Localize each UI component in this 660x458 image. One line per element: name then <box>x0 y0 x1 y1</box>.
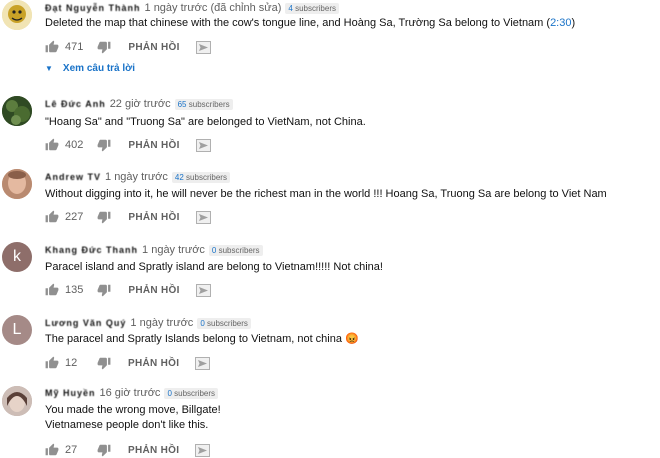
avatar-cartoon-icon <box>2 0 32 30</box>
comment-actions: 12 PHẢN HỒI <box>45 355 211 371</box>
thumbs-up-icon[interactable] <box>45 443 59 457</box>
comment-time[interactable]: 22 giờ trước <box>110 98 171 110</box>
avatar-photo-icon <box>2 169 32 199</box>
comment-text: "Hoang Sa" and "Truong Sa" are belonged … <box>45 116 366 128</box>
send-icon[interactable] <box>195 283 211 297</box>
comment-actions: 27 PHẢN HỒI <box>45 442 211 458</box>
subscriber-count: 0 <box>167 388 172 398</box>
subscriber-badge: 0 subscribers <box>164 387 219 399</box>
comment-text: Without digging into it, he will never b… <box>45 188 607 200</box>
author-name[interactable]: Khang Đức Thanh <box>45 245 138 255</box>
comment-header: Andrew TV 1 ngày trước 42 subscribers <box>45 171 230 183</box>
subscriber-label: subscribers <box>207 318 248 328</box>
send-icon[interactable] <box>195 40 211 54</box>
author-name[interactable]: Lương Văn Quý <box>45 318 126 328</box>
subscriber-count: 65 <box>177 99 187 109</box>
subscriber-count: 4 <box>288 3 293 13</box>
comment-text: You made the wrong move, Billgate! Vietn… <box>45 404 221 431</box>
subscriber-badge: 0 subscribers <box>197 317 251 329</box>
subscriber-count: 0 <box>200 318 205 328</box>
avatar[interactable] <box>2 169 32 199</box>
author-name[interactable]: Mỹ Huyền <box>45 388 96 398</box>
avatar-letter: L <box>12 321 22 338</box>
view-replies-label: Xem câu trả lời <box>62 63 136 74</box>
like-count: 12 <box>65 357 78 369</box>
thumbs-up-icon[interactable] <box>45 138 59 152</box>
caret-down-icon: ▼ <box>45 64 53 73</box>
thumbs-down-icon[interactable] <box>97 283 111 297</box>
comment-time[interactable]: 16 giờ trước <box>100 387 161 399</box>
avatar[interactable] <box>2 386 32 416</box>
thumbs-down-icon[interactable] <box>97 356 111 370</box>
reply-button[interactable]: PHẢN HỒI <box>128 445 179 456</box>
timestamp-link[interactable]: 2:30 <box>550 17 571 29</box>
reply-button[interactable]: PHẢN HỒI <box>128 358 179 369</box>
avatar-photo-icon <box>2 96 32 126</box>
subscriber-label: subscribers <box>218 245 260 255</box>
send-icon[interactable] <box>195 443 211 457</box>
comment-text: Paracel island and Spratly island are be… <box>45 261 383 273</box>
avatar[interactable]: L <box>2 315 32 345</box>
subscriber-label: subscribers <box>174 388 216 398</box>
comment-actions: 471 PHẢN HỒI <box>45 39 211 55</box>
comment-text: The paracel and Spratly Islands belong t… <box>45 333 359 345</box>
send-icon[interactable] <box>195 356 211 370</box>
thumbs-down-icon[interactable] <box>97 443 111 457</box>
comment-text-part: Deleted the map that chinese with the co… <box>45 17 551 29</box>
thumbs-up-icon[interactable] <box>45 210 59 224</box>
comment-actions: 402 PHẢN HỒI <box>45 137 211 153</box>
subscriber-count: 0 <box>211 245 217 255</box>
subscriber-badge: 4 subscribers <box>285 2 339 14</box>
comment-header: Lương Văn Quý 1 ngày trước 0 subscribers <box>45 317 251 329</box>
avatar[interactable] <box>2 0 32 30</box>
thumbs-down-icon[interactable] <box>97 138 111 152</box>
subscriber-badge: 65 subscribers <box>174 98 233 110</box>
subscriber-badge: 42 subscribers <box>171 171 230 183</box>
thumbs-up-icon[interactable] <box>45 40 59 54</box>
subscriber-label: subscribers <box>186 172 227 182</box>
avatar[interactable] <box>2 96 32 126</box>
avatar-letter: k <box>13 248 21 265</box>
subscriber-label: subscribers <box>188 99 230 109</box>
send-icon[interactable] <box>195 138 211 152</box>
author-name[interactable]: Đạt Nguyễn Thành <box>45 3 141 13</box>
thumbs-up-icon[interactable] <box>45 356 59 370</box>
reply-button[interactable]: PHẢN HỒI <box>128 140 179 151</box>
thumbs-up-icon[interactable] <box>45 283 59 297</box>
author-name[interactable]: Andrew TV <box>45 172 101 182</box>
like-count: 471 <box>65 41 84 53</box>
like-count: 27 <box>65 444 78 456</box>
comment-header: Mỹ Huyền 16 giờ trước 0 subscribers <box>45 387 219 399</box>
comment-time[interactable]: 1 ngày trước (đã chỉnh sửa) <box>145 2 282 14</box>
avatar-photo-icon <box>2 386 32 416</box>
view-replies-button[interactable]: ▼ Xem câu trả lời <box>45 63 135 74</box>
comment-actions: 227 PHẢN HỒI <box>45 209 211 225</box>
reply-button[interactable]: PHẢN HỒI <box>128 285 179 296</box>
comment-actions: 135 PHẢN HỒI <box>45 282 211 298</box>
reply-button[interactable]: PHẢN HỒI <box>128 212 179 223</box>
comment-text-part: ) <box>571 17 576 29</box>
like-count: 402 <box>65 139 84 151</box>
comment-time[interactable]: 1 ngày trước <box>142 244 205 256</box>
subscriber-count: 42 <box>174 172 184 182</box>
subscriber-badge: 0 subscribers <box>208 244 263 256</box>
comment-header: Đạt Nguyễn Thành 1 ngày trước (đã chỉnh … <box>45 2 339 14</box>
like-count: 135 <box>65 284 84 296</box>
send-icon[interactable] <box>195 210 211 224</box>
comment-time[interactable]: 1 ngày trước <box>105 171 168 183</box>
thumbs-down-icon[interactable] <box>97 40 111 54</box>
subscriber-label: subscribers <box>295 3 336 13</box>
avatar[interactable]: k <box>2 242 32 272</box>
comment-header: Lê Đức Anh 22 giờ trước 65 subscribers <box>45 98 233 110</box>
reply-button[interactable]: PHẢN HỒI <box>128 42 179 53</box>
like-count: 227 <box>65 211 84 223</box>
comment-header: Khang Đức Thanh 1 ngày trước 0 subscribe… <box>45 244 263 256</box>
author-name[interactable]: Lê Đức Anh <box>45 99 106 109</box>
comment-time[interactable]: 1 ngày trước <box>130 317 193 329</box>
thumbs-down-icon[interactable] <box>97 210 111 224</box>
comment-text: Deleted the map that chinese with the co… <box>45 16 575 31</box>
